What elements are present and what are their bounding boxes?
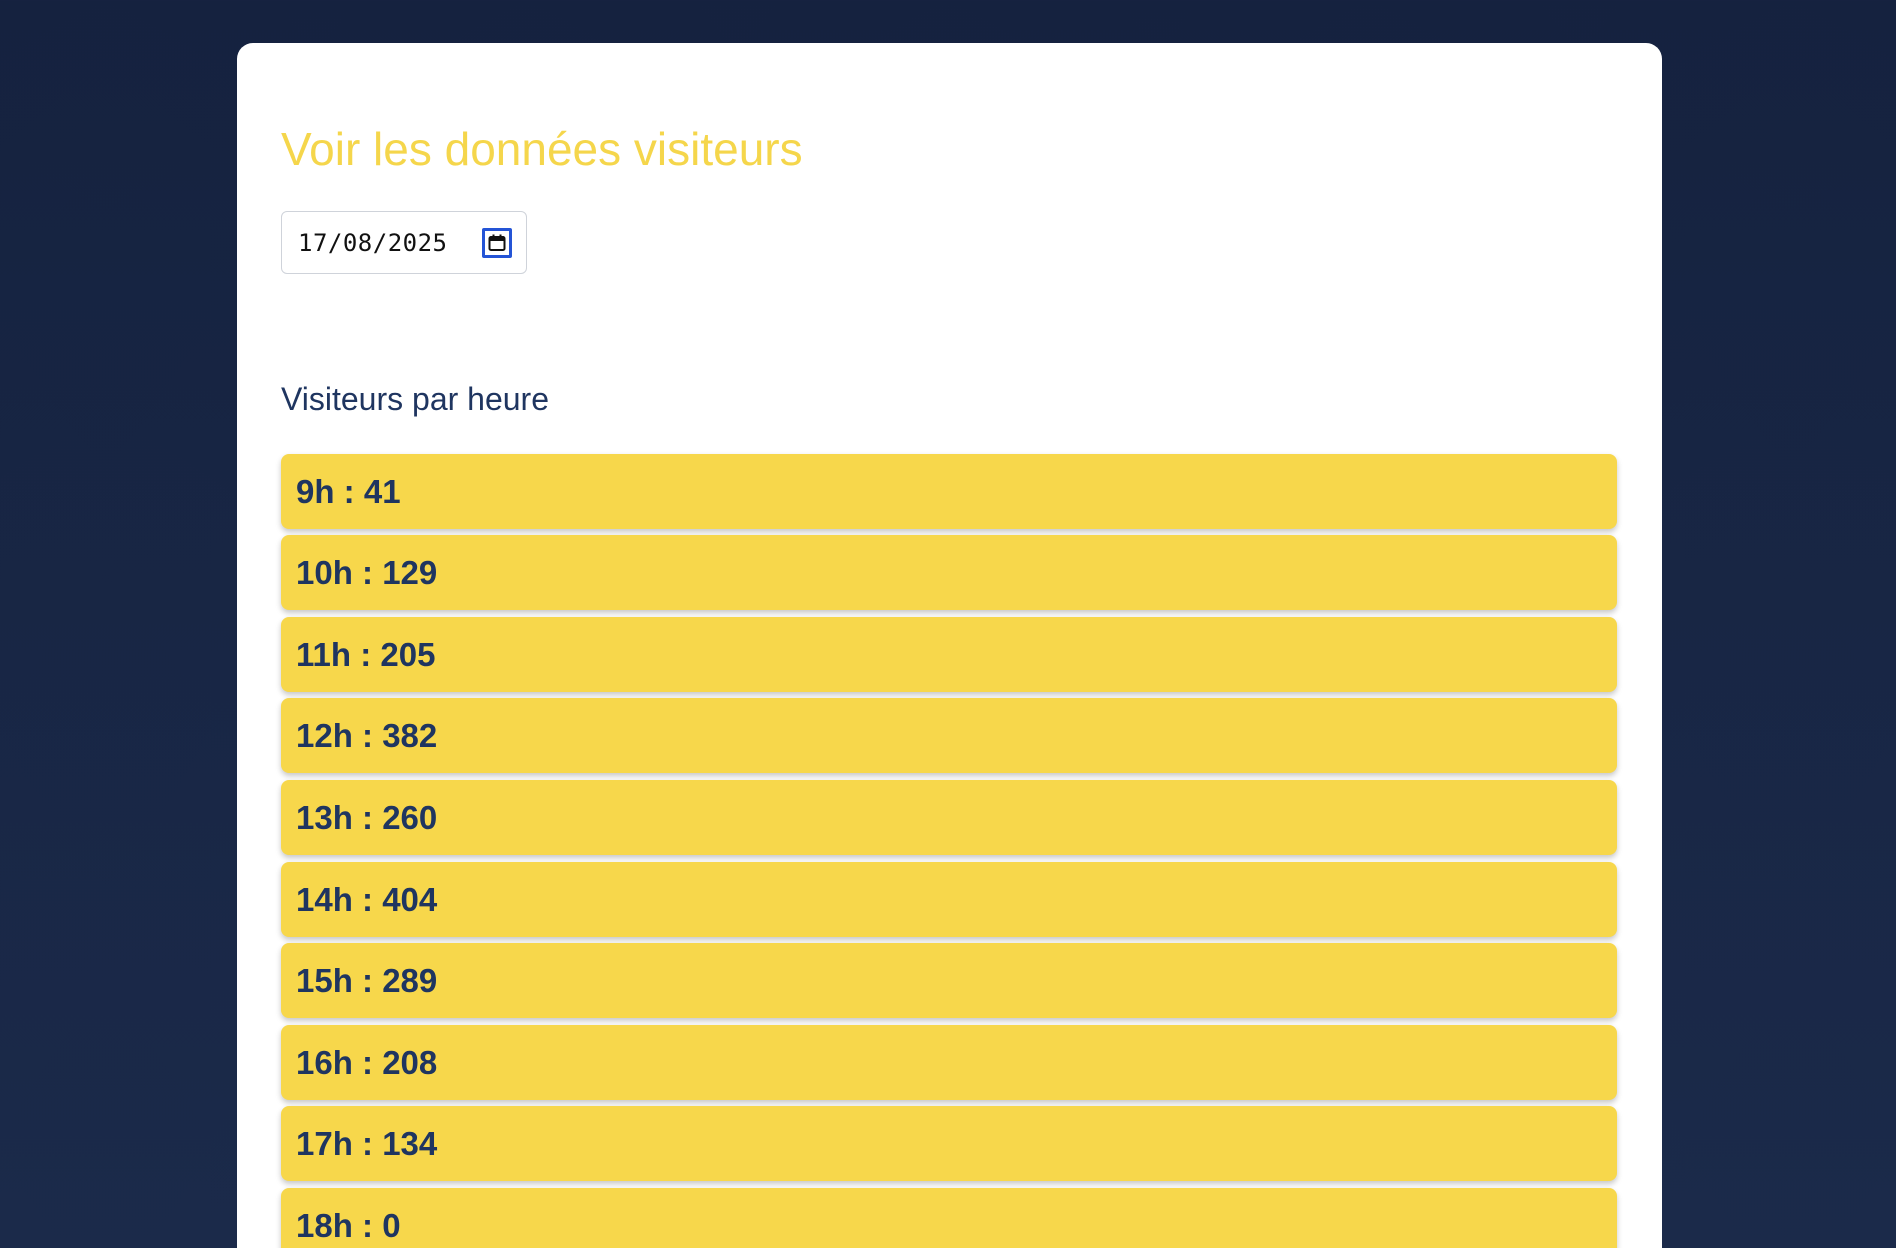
visitor-count: 134 bbox=[382, 1124, 438, 1162]
hour-label: 15h : 289 bbox=[296, 961, 438, 999]
visitor-count: 41 bbox=[363, 472, 401, 510]
visitor-count: 382 bbox=[382, 716, 438, 754]
hour-label: 16h : 208 bbox=[296, 1043, 438, 1081]
list-item: 11h : 205 bbox=[281, 617, 1617, 692]
visitor-count: 208 bbox=[382, 1043, 438, 1081]
list-item: 18h : 0 bbox=[281, 1188, 1617, 1248]
hour-label: 14h : 404 bbox=[296, 880, 438, 918]
visitor-count: 404 bbox=[382, 880, 438, 918]
list-item: 16h : 208 bbox=[281, 1025, 1617, 1100]
date-input[interactable]: 17/08/2025 bbox=[281, 211, 527, 274]
hour-value: 18h bbox=[296, 1206, 353, 1244]
list-item: 15h : 289 bbox=[281, 943, 1617, 1018]
visitor-count: 260 bbox=[382, 798, 438, 836]
hour-label: 13h : 260 bbox=[296, 798, 438, 836]
hour-label: 18h : 0 bbox=[296, 1206, 401, 1244]
hour-value: 13h bbox=[296, 798, 353, 836]
hour-value: 10h bbox=[296, 553, 353, 591]
visitor-count: 205 bbox=[380, 635, 436, 673]
list-item: 14h : 404 bbox=[281, 862, 1617, 937]
page-title: Voir les données visiteurs bbox=[281, 123, 803, 175]
visitor-count: 289 bbox=[382, 961, 438, 999]
hour-value: 17h bbox=[296, 1124, 353, 1162]
hour-value: 16h bbox=[296, 1043, 353, 1081]
list-item: 13h : 260 bbox=[281, 780, 1617, 855]
hour-value: 12h bbox=[296, 716, 353, 754]
list-item: 10h : 129 bbox=[281, 535, 1617, 610]
hour-value: 9h bbox=[296, 472, 335, 510]
date-input-value: 17/08/2025 bbox=[298, 228, 448, 257]
visitor-count: 0 bbox=[382, 1206, 401, 1244]
hour-label: 10h : 129 bbox=[296, 553, 438, 591]
list-item: 12h : 382 bbox=[281, 698, 1617, 773]
hour-value: 11h bbox=[296, 635, 352, 673]
calendar-icon[interactable] bbox=[482, 227, 512, 258]
section-title: Visiteurs par heure bbox=[281, 381, 549, 417]
list-item: 17h : 134 bbox=[281, 1106, 1617, 1181]
hour-value: 15h bbox=[296, 961, 353, 999]
list-item: 9h : 41 bbox=[281, 454, 1617, 529]
content-card: Voir les données visiteurs 17/08/2025 Vi… bbox=[237, 43, 1662, 1248]
hour-label: 12h : 382 bbox=[296, 716, 438, 754]
hour-label: 11h : 205 bbox=[296, 635, 436, 673]
hour-label: 17h : 134 bbox=[296, 1124, 438, 1162]
hour-value: 14h bbox=[296, 880, 353, 918]
hour-label: 9h : 41 bbox=[296, 472, 401, 510]
visitor-count: 129 bbox=[382, 553, 438, 591]
